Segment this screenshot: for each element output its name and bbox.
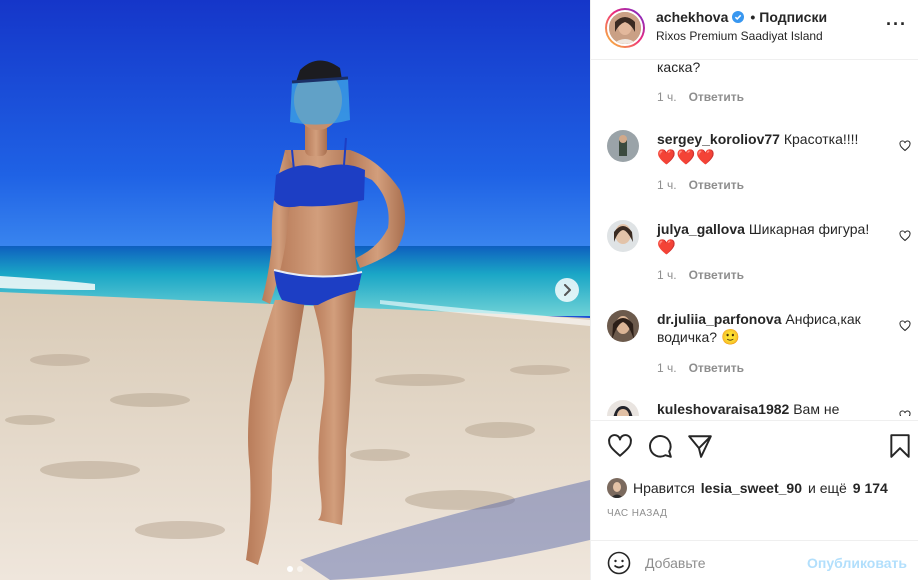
- share-paper-plane-icon[interactable]: [687, 433, 713, 459]
- comment-time[interactable]: 1 ч.: [657, 90, 677, 104]
- bookmark-save-icon[interactable]: [887, 433, 913, 459]
- heart-outline-icon[interactable]: [899, 230, 911, 242]
- reply-button[interactable]: Ответить: [689, 90, 744, 104]
- publish-comment-button[interactable]: Опубликовать: [807, 555, 907, 571]
- more-horizontal-icon: ···: [886, 14, 907, 34]
- post-timestamp[interactable]: ЧАС НАЗАД: [607, 508, 667, 519]
- comment-text: Вам не: [793, 401, 840, 416]
- commenter-avatar[interactable]: [607, 310, 639, 342]
- heart-outline-icon[interactable]: [899, 320, 911, 332]
- carousel-dot-active: [287, 566, 293, 572]
- add-comment-bar: Опубликовать: [591, 540, 918, 580]
- commenter-avatar[interactable]: [607, 220, 639, 252]
- comment-emoji: ❤️❤️❤️: [657, 149, 717, 166]
- carousel-indicator: [0, 566, 590, 572]
- author-avatar[interactable]: [605, 8, 645, 48]
- post-location[interactable]: Rixos Premium Saadiyat Island: [656, 29, 823, 43]
- commenter-username[interactable]: sergey_koroliov77: [657, 131, 780, 147]
- author-username[interactable]: achekhova: [656, 9, 728, 25]
- comment-text: Красотка!!!!: [783, 131, 859, 147]
- like-heart-icon[interactable]: [607, 433, 633, 459]
- beach-photo: [0, 0, 590, 580]
- comment-emoji: 🙂: [720, 329, 740, 346]
- comment-emoji: ❤️: [657, 239, 677, 256]
- liker-username[interactable]: lesia_sweet_90: [701, 480, 802, 496]
- comment-time[interactable]: 1 ч.: [657, 268, 677, 282]
- comment-time[interactable]: 1 ч.: [657, 178, 677, 192]
- commenter-avatar[interactable]: [607, 400, 639, 416]
- reply-button[interactable]: Ответить: [689, 361, 744, 375]
- comment-text: каска?: [657, 60, 701, 75]
- header-separator: •: [750, 9, 756, 25]
- likes-summary: Нравится lesia_sweet_90 и ещё 9 174: [607, 478, 888, 498]
- commenter-username[interactable]: kuleshovaraisa1982: [657, 401, 789, 416]
- post-header: achekhova • Подписки Rixos Premium Saadi…: [591, 0, 918, 60]
- heart-outline-icon[interactable]: [899, 140, 911, 152]
- likes-count[interactable]: 9 174: [853, 480, 888, 496]
- reply-button[interactable]: Ответить: [689, 178, 744, 192]
- heart-outline-icon[interactable]: [899, 410, 911, 416]
- liker-avatar[interactable]: [607, 478, 627, 498]
- verified-badge-icon: [732, 11, 745, 23]
- carousel-dot: [297, 566, 303, 572]
- comments-list[interactable]: каска? 1 ч. Ответить sergey_koroliov77 К…: [591, 60, 918, 416]
- comment-time[interactable]: 1 ч.: [657, 361, 677, 375]
- more-options-button[interactable]: ···: [886, 14, 907, 35]
- commenter-username[interactable]: julya_gallova: [657, 221, 745, 237]
- chevron-right-icon: [564, 284, 571, 296]
- likes-prefix: Нравится: [633, 480, 695, 496]
- carousel-next-button[interactable]: [555, 278, 579, 302]
- comment-input[interactable]: [645, 551, 795, 575]
- commenter-avatar[interactable]: [607, 130, 639, 162]
- author-avatar-image: [609, 12, 641, 44]
- post-action-bar: [591, 420, 918, 474]
- emoji-smiley-icon[interactable]: [607, 551, 631, 575]
- comment-text: Шикарная фигура!: [748, 221, 870, 237]
- post-details-panel: achekhova • Подписки Rixos Premium Saadi…: [590, 0, 918, 580]
- following-button[interactable]: Подписки: [759, 9, 827, 25]
- post-photo[interactable]: [0, 0, 590, 580]
- commenter-username[interactable]: dr.juliia_parfonova: [657, 311, 781, 327]
- likes-middle: и ещё: [807, 480, 847, 496]
- comment-bubble-icon[interactable]: [647, 433, 673, 459]
- reply-button[interactable]: Ответить: [689, 268, 744, 282]
